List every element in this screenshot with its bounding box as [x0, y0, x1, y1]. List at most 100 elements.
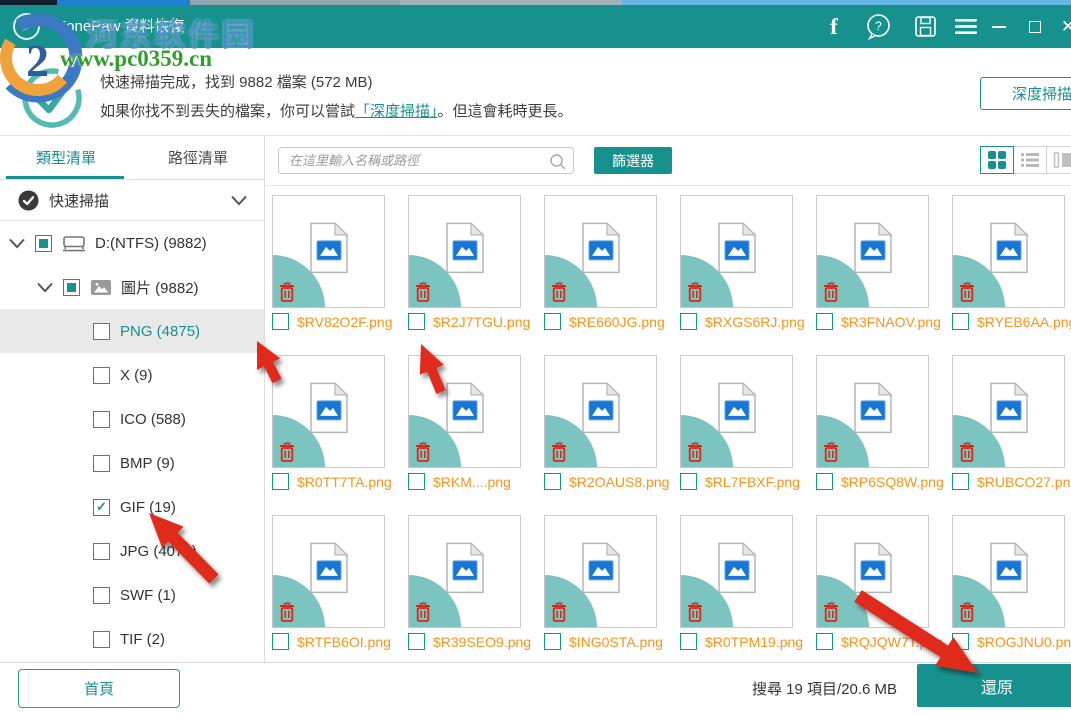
file-thumbnail[interactable]	[680, 195, 793, 308]
file-checkbox[interactable]	[952, 633, 969, 650]
tree-item[interactable]: ICO (588)	[0, 397, 264, 441]
tree-item[interactable]: JPG (4077)	[0, 529, 264, 573]
file-name[interactable]: $R0TPM19.png	[705, 634, 803, 650]
tree-item[interactable]: ✓GIF (19)	[0, 485, 264, 529]
tree-checkbox[interactable]	[93, 323, 110, 340]
preview-view-button[interactable]	[1046, 146, 1071, 174]
file-checkbox[interactable]	[544, 313, 561, 330]
tree-checkbox[interactable]	[93, 587, 110, 604]
tree-item[interactable]: SWF (1)	[0, 573, 264, 617]
file-name[interactable]: $R39SEO9.png	[433, 634, 531, 650]
tree-item-label: SWF (1)	[120, 587, 176, 604]
file-checkbox[interactable]	[680, 473, 697, 490]
list-view-button[interactable]	[1013, 146, 1047, 174]
file-name[interactable]: $RUBCO27.png	[977, 474, 1071, 490]
file-checkbox[interactable]	[544, 473, 561, 490]
file-thumbnail[interactable]	[272, 195, 385, 308]
file-thumbnail[interactable]	[408, 355, 521, 468]
file-name[interactable]: $R2OAUS8.png	[569, 474, 669, 490]
scan-mode-row[interactable]: 快速掃描	[0, 180, 264, 221]
home-button[interactable]: 首頁	[18, 669, 180, 708]
chevron-down-icon[interactable]	[8, 236, 26, 250]
file-checkbox[interactable]	[816, 473, 833, 490]
file-thumbnail[interactable]	[272, 515, 385, 628]
file-thumbnail[interactable]	[816, 355, 929, 468]
file-thumbnail[interactable]	[952, 195, 1065, 308]
file-name[interactable]: $R3FNAOV.png	[841, 314, 941, 330]
tree-checkbox[interactable]	[93, 455, 110, 472]
file-name[interactable]: $R0TT7TA.png	[297, 474, 392, 490]
file-name[interactable]: $RV82O2F.png	[297, 314, 392, 330]
tree-item[interactable]: D:(NTFS) (9882)	[0, 221, 264, 265]
file-checkbox[interactable]	[408, 313, 425, 330]
tab-path-list[interactable]: 路徑清單	[132, 136, 264, 179]
file-checkbox[interactable]	[544, 633, 561, 650]
file-thumbnail[interactable]	[408, 515, 521, 628]
tab-type-list[interactable]: 類型清單	[0, 136, 132, 179]
file-thumbnail[interactable]	[272, 355, 385, 468]
file-checkbox[interactable]	[272, 633, 289, 650]
file-name[interactable]: $RE660JG.png	[569, 314, 665, 330]
search-icon[interactable]	[549, 153, 566, 170]
file-name[interactable]: $R2J7TGU.png	[433, 314, 530, 330]
file-thumbnail[interactable]	[408, 195, 521, 308]
filter-button[interactable]: 篩選器	[594, 147, 672, 174]
tree-item[interactable]: TIF (2)	[0, 617, 264, 661]
tree-checkbox[interactable]: ✓	[93, 499, 110, 516]
file-checkbox[interactable]	[680, 633, 697, 650]
tree-checkbox[interactable]	[93, 367, 110, 384]
file-name[interactable]: $ING0STA.png	[569, 634, 663, 650]
file-thumbnail[interactable]	[952, 355, 1065, 468]
file-name[interactable]: $RYEB6AA.png	[977, 314, 1071, 330]
chevron-down-icon[interactable]	[36, 280, 54, 294]
file-checkbox[interactable]	[952, 473, 969, 490]
tree-checkbox[interactable]	[35, 235, 52, 252]
grid-view-button[interactable]	[980, 146, 1014, 174]
file-checkbox[interactable]	[816, 313, 833, 330]
save-icon[interactable]	[912, 5, 938, 48]
file-thumbnail[interactable]	[544, 515, 657, 628]
file-thumbnail[interactable]	[680, 355, 793, 468]
file-checkbox[interactable]	[408, 633, 425, 650]
file-caption: $ROGJNU0.png	[952, 633, 1071, 650]
file-thumbnail[interactable]	[544, 195, 657, 308]
close-button[interactable]: ✕	[1056, 5, 1071, 48]
file-checkbox[interactable]	[952, 313, 969, 330]
tree-checkbox[interactable]	[63, 279, 80, 296]
facebook-icon[interactable]: f	[824, 5, 844, 48]
file-name[interactable]: $RP6SQ8W.png	[841, 474, 944, 490]
file-name[interactable]: $RXGS6RJ.png	[705, 314, 805, 330]
file-thumbnail[interactable]	[544, 355, 657, 468]
file-checkbox[interactable]	[272, 313, 289, 330]
restore-button[interactable]: 還原	[917, 664, 1071, 707]
chevron-down-icon[interactable]	[230, 193, 248, 207]
tree-checkbox[interactable]	[93, 631, 110, 648]
file-thumbnail[interactable]	[816, 515, 929, 628]
file-name[interactable]: $RL7FBXF.png	[705, 474, 800, 490]
file-name[interactable]: $RQJQW7T.png	[841, 634, 943, 650]
deep-scan-link[interactable]: 「深度掃描」	[355, 103, 438, 120]
tree-item[interactable]: 圖片 (9882)	[0, 265, 264, 309]
tree-item[interactable]: X (9)	[0, 353, 264, 397]
file-name[interactable]: $RKM....png	[433, 474, 511, 490]
file-checkbox[interactable]	[680, 313, 697, 330]
search-input[interactable]	[279, 148, 573, 173]
minimize-button[interactable]	[988, 5, 1010, 48]
file-checkbox[interactable]	[272, 473, 289, 490]
file-thumbnail[interactable]	[816, 195, 929, 308]
file-name[interactable]: $ROGJNU0.png	[977, 634, 1071, 650]
tree-checkbox[interactable]	[93, 411, 110, 428]
tree-item[interactable]: PNG (4875)	[0, 309, 264, 353]
file-checkbox[interactable]	[408, 473, 425, 490]
deep-scan-button[interactable]: 深度掃描	[980, 77, 1071, 110]
tree-item[interactable]: BMP (9)	[0, 441, 264, 485]
tree-checkbox[interactable]	[93, 543, 110, 560]
file-thumbnail[interactable]	[952, 515, 1065, 628]
file-thumbnail[interactable]	[680, 515, 793, 628]
tree-item-label: ICO (588)	[120, 411, 186, 428]
file-name[interactable]: $RTFB6OI.png	[297, 634, 391, 650]
help-icon[interactable]: ?	[863, 5, 893, 48]
file-checkbox[interactable]	[816, 633, 833, 650]
maximize-button[interactable]	[1024, 5, 1046, 48]
menu-icon[interactable]	[953, 5, 979, 48]
